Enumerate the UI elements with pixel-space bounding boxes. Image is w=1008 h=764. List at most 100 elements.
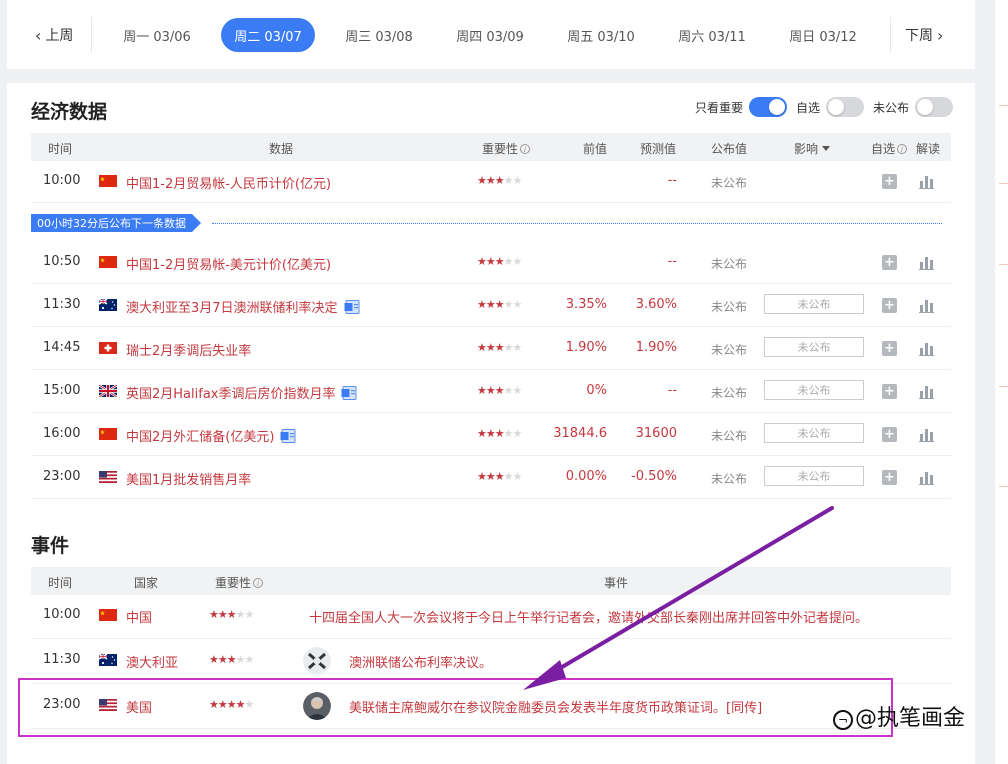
actual-value: 未公布 [711, 386, 748, 400]
indicator-name[interactable]: 中国2月外汇储备(亿美元) [126, 426, 296, 445]
row-time: 23:00 [43, 469, 81, 484]
document-icon[interactable] [335, 386, 357, 402]
event-country: 中国 [126, 611, 153, 626]
col-impact-sort[interactable]: 影响 [794, 140, 831, 157]
bar-chart-icon[interactable] [919, 174, 934, 189]
toggle-label: 只看重要 [695, 100, 744, 115]
actual-value: 未公布 [711, 176, 748, 190]
indicator-name[interactable]: 中国1-2月贸易帐-人民币计价(亿元) [126, 173, 331, 192]
toggle-switch[interactable] [749, 97, 788, 117]
document-icon[interactable] [338, 300, 360, 316]
day-tab[interactable]: 周日 03/12 [776, 18, 870, 52]
document-icon[interactable] [274, 429, 296, 445]
bar-chart-icon[interactable] [919, 427, 934, 442]
bar-chart-icon[interactable] [919, 384, 934, 399]
indicator-name[interactable]: 英国2月Halifax季调后房价指数月率 [126, 383, 357, 402]
col-importance: 重要性 i [215, 574, 264, 591]
rba-logo-icon [303, 647, 331, 675]
edge-mark [999, 105, 1008, 106]
row-time: 16:00 [43, 426, 81, 441]
info-icon: i [520, 144, 531, 154]
impact-box: 未公布 [764, 380, 864, 400]
day-tab[interactable]: 周一 03/06 [110, 18, 204, 52]
col-country: 国家 [134, 576, 159, 590]
add-favorite-icon[interactable]: + [882, 174, 897, 189]
annotation-highlight-box [18, 678, 893, 737]
forecast-value: -- [667, 383, 677, 398]
flag-cn-icon [99, 256, 117, 268]
edge-mark [999, 386, 1008, 387]
impact-box: 未公布 [764, 423, 864, 443]
edge-mark [999, 264, 1008, 265]
event-time: 11:30 [43, 652, 81, 667]
econ-data-row[interactable]: 14:45 瑞士2月季调后失业率 ★★★★★ 1.90% 1.90% 未公布 未公布 + [31, 327, 951, 370]
row-time: 10:50 [43, 254, 81, 269]
day-tab-active[interactable]: 周二 03/07 [221, 18, 315, 52]
day-tab[interactable]: 周四 03/09 [443, 18, 537, 52]
toggle-label: 自选 [796, 100, 821, 115]
event-description[interactable]: 澳洲联储公布利率决议。 [349, 652, 492, 671]
forecast-value: 3.60% [635, 297, 677, 312]
important-only-toggle[interactable]: 只看重要 [695, 97, 788, 117]
col-explain: 解读 [916, 142, 941, 156]
previous-value: 31844.6 [553, 426, 607, 441]
econ-data-row[interactable]: 11:30 澳大利亚至3月7日澳洲联储利率决定 ★★★★★ 3.35% 3.60% 未公布… [31, 284, 951, 327]
event-description[interactable]: 十四届全国人大一次会议将于今日上午举行记者会，邀请外交部长秦刚出席并回答中外记者… [309, 607, 868, 626]
importance-stars: ★★★★★ [209, 608, 254, 621]
bar-chart-icon[interactable] [919, 341, 934, 356]
add-favorite-icon[interactable]: + [882, 341, 897, 356]
actual-value: 未公布 [711, 343, 748, 357]
divider [890, 17, 891, 53]
bar-chart-icon[interactable] [919, 255, 934, 270]
econ-data-row[interactable]: 10:50 中国1-2月贸易帐-美元计价(亿美元) ★★★★★ -- 未公布 + [31, 241, 951, 284]
day-tab[interactable]: 周六 03/11 [665, 18, 759, 52]
flag-cn-icon [99, 428, 117, 440]
week-navigation: ‹ 上周 周一 03/06 周二 03/07 周三 03/08 周四 03/09… [7, 0, 975, 69]
toggle-switch[interactable] [826, 97, 865, 117]
countdown-tag: 00小时32分后公布下一条数据 [31, 214, 201, 232]
bar-chart-icon[interactable] [919, 470, 934, 485]
flag-cn-icon [99, 175, 117, 187]
chevron-right-icon: › [937, 25, 944, 45]
add-favorite-icon[interactable]: + [882, 298, 897, 313]
econ-section-title: 经济数据 [31, 101, 108, 123]
add-favorite-icon[interactable]: + [882, 427, 897, 442]
day-tab[interactable]: 周三 03/08 [332, 18, 426, 52]
previous-value: 3.35% [565, 297, 607, 312]
row-time: 11:30 [43, 297, 81, 312]
forecast-value: -- [667, 173, 677, 188]
prev-week-button[interactable]: ‹ 上周 [35, 22, 73, 48]
col-fav: 自选 i [871, 140, 908, 157]
flag-us-icon [99, 471, 117, 483]
importance-stars: ★★★★★ [477, 174, 522, 187]
bar-chart-icon[interactable] [919, 298, 934, 313]
indicator-name[interactable]: 澳大利亚至3月7日澳洲联储利率决定 [126, 297, 360, 316]
row-time: 14:45 [43, 340, 81, 355]
indicator-name[interactable]: 中国1-2月贸易帐-美元计价(亿美元) [126, 254, 331, 273]
importance-stars: ★★★★★ [477, 255, 522, 268]
add-favorite-icon[interactable]: + [882, 384, 897, 399]
econ-data-row[interactable]: 23:00 美国1月批发销售月率 ★★★★★ 0.00% -0.50% 未公布 未公布 + [31, 456, 951, 499]
add-favorite-icon[interactable]: + [882, 255, 897, 270]
favorites-toggle[interactable]: 自选 [796, 97, 865, 117]
econ-data-row[interactable]: 15:00 英国2月Halifax季调后房价指数月率 ★★★★★ 0% -- 未公布 未公布… [31, 370, 951, 413]
event-row[interactable]: 10:00 中国 ★★★★★ 十四届全国人大一次会议将于今日上午举行记者会，邀请外交部… [31, 594, 951, 639]
next-week-button[interactable]: 下周 › [905, 22, 943, 48]
indicator-name[interactable]: 美国1月批发销售月率 [126, 469, 251, 488]
col-time: 时间 [48, 142, 73, 156]
indicator-name[interactable]: 瑞士2月季调后失业率 [126, 340, 251, 359]
forecast-value: 31600 [635, 426, 677, 441]
unpublished-toggle[interactable]: 未公布 [873, 97, 954, 117]
right-edge-strip [995, 0, 1008, 764]
add-favorite-icon[interactable]: + [882, 470, 897, 485]
next-week-label: 下周 [905, 28, 933, 44]
econ-table-header: 时间 数据 重要性 i 前值 预测值 公布值 影响 自选 i 解读 [31, 133, 951, 161]
countdown-line [212, 223, 942, 224]
econ-data-row[interactable]: 16:00 中国2月外汇储备(亿美元) ★★★★★ 31844.6 31600 未公布 未公… [31, 413, 951, 456]
econ-data-row[interactable]: 10:00 中国1-2月贸易帐-人民币计价(亿元) ★★★★★ -- 未公布 + [31, 160, 951, 203]
forecast-value: 1.90% [635, 340, 677, 355]
day-tab[interactable]: 周五 03/10 [554, 18, 648, 52]
impact-box: 未公布 [764, 466, 864, 486]
toggle-switch[interactable] [915, 97, 954, 117]
col-importance: 重要性 i [482, 140, 531, 157]
